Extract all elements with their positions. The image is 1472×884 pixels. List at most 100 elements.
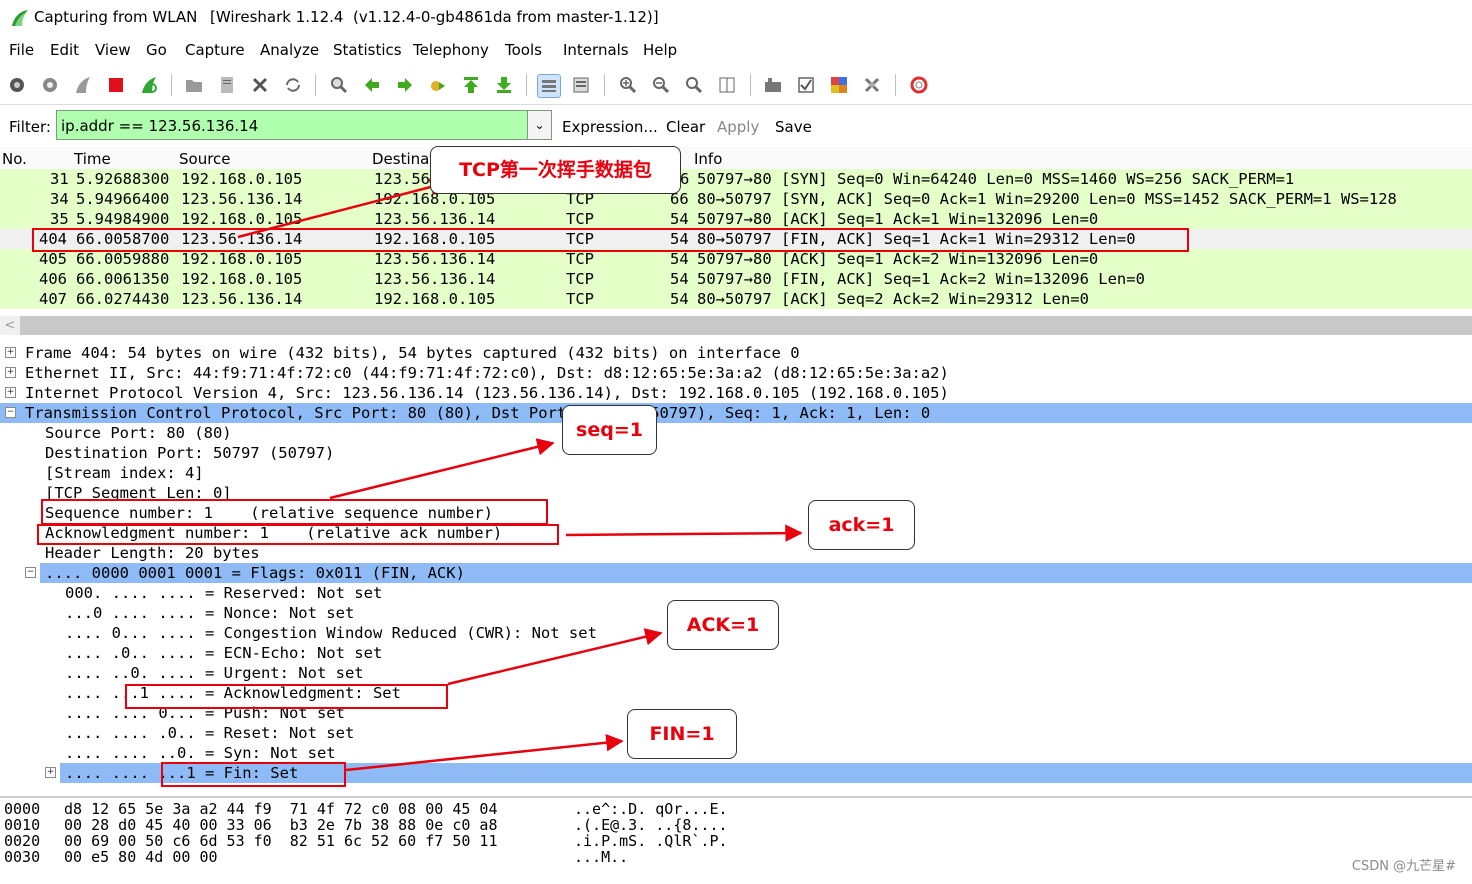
annotation-box-seq [41,499,548,525]
packet-row[interactable]: 35 5.94984900 192.168.0.105 123.56.136.1… [0,209,1472,229]
tree-item-tcp[interactable]: − Transmission Control Protocol, Src Por… [0,403,1472,423]
cell-info: 50797→80 [ACK] Seq=1 Ack=1 Win=132096 Le… [697,210,1099,228]
expand-plus-icon[interactable]: + [5,347,16,358]
cell-no: 407 [39,290,67,308]
tree-item-ipv4[interactable]: + Internet Protocol Version 4, Src: 123.… [0,383,1472,403]
apply-button[interactable]: Apply [717,118,759,136]
col-header-destination[interactable]: Destinat [372,150,435,168]
collapse-minus-icon[interactable]: − [25,567,36,578]
find-packet-icon[interactable] [328,74,350,96]
cell-protocol: TCP [566,290,594,308]
packet-bytes-pane: 0000 d8 12 65 5e 3a a2 44 f9 71 4f 72 c0… [0,796,1472,884]
filter-input[interactable]: ip.addr == 123.56.136.14 [56,110,528,140]
go-forward-icon[interactable] [394,74,416,96]
clear-button[interactable]: Clear [666,118,705,136]
tree-item-frame[interactable]: + Frame 404: 54 bytes on wire (432 bits)… [0,343,1472,363]
filter-dropdown-chevron-icon[interactable]: ⌄ [528,110,552,140]
packet-row[interactable]: 34 5.94966400 123.56.136.14 192.168.0.10… [0,189,1472,209]
reload-icon[interactable] [282,74,304,96]
packet-list-header: No. Time Source Destinat Info [0,147,1472,170]
tree-item-label: 000. .... .... = Reserved: Not set [65,584,383,602]
toolbar-separator [895,74,896,96]
expand-plus-icon[interactable]: + [45,767,56,778]
expand-plus-icon[interactable]: + [5,367,16,378]
normal-size-icon[interactable] [683,74,705,96]
options-icon[interactable] [39,74,61,96]
menu-help[interactable]: Help [643,41,677,59]
menu-go[interactable]: Go [146,41,167,59]
cell-time: 66.0059880 [76,250,170,268]
menu-telephony[interactable]: Telephony [413,41,489,59]
auto-scroll-icon[interactable] [570,74,592,96]
colorize-icon[interactable] [537,74,561,98]
menu-capture[interactable]: Capture [185,41,245,59]
first-packet-icon[interactable] [460,74,482,96]
save-file-icon[interactable] [216,74,238,96]
close-file-icon[interactable] [249,74,271,96]
tree-item-ethernet[interactable]: + Ethernet II, Src: 44:f9:71:4f:72:c0 (4… [0,363,1472,383]
display-filters-icon[interactable] [795,74,817,96]
tree-item-label: .... ..0. .... = Urgent: Not set [65,664,364,682]
menu-statistics[interactable]: Statistics [333,41,402,59]
scroll-left-arrow-icon[interactable]: < [0,316,20,335]
menu-tools[interactable]: Tools [505,41,542,59]
window-title-version: [Wireshark 1.12.4 (v1.12.4-0-gb4861da fr… [210,8,659,26]
tree-item-field[interactable]: Header Length: 20 bytes [0,543,1472,563]
horizontal-scrollbar[interactable] [0,316,1472,335]
menu-analyze[interactable]: Analyze [260,41,319,59]
toolbar-separator [526,74,527,96]
callout-fin-flag: FIN=1 [627,709,737,759]
tree-item-field[interactable]: Destination Port: 50797 (50797) [0,443,1472,463]
last-packet-icon[interactable] [493,74,515,96]
zoom-out-icon[interactable] [650,74,672,96]
packet-row[interactable]: 406 66.0061350 192.168.0.105 123.56.136.… [0,269,1472,289]
go-back-icon[interactable] [361,74,383,96]
cell-time: 66.0274430 [76,290,170,308]
menu-view[interactable]: View [95,41,131,59]
col-header-no[interactable]: No. [2,150,27,168]
preferences-icon[interactable] [861,74,883,96]
col-header-source[interactable]: Source [179,150,231,168]
coloring-rules-icon[interactable] [828,74,850,96]
resize-columns-icon[interactable] [716,74,738,96]
expand-plus-icon[interactable]: + [5,387,16,398]
zoom-in-icon[interactable] [617,74,639,96]
callout-tcp-wave: TCP第一次挥手数据包 [430,146,681,194]
callout-seq: seq=1 [562,405,657,455]
packet-row[interactable]: 407 66.0274430 123.56.136.14 192.168.0.1… [0,289,1472,309]
tree-item-field[interactable]: [Stream index: 4] [0,463,1472,483]
go-to-packet-icon[interactable] [427,74,449,96]
expression-button[interactable]: Expression... [562,118,658,136]
window-title-capture: Capturing from WLAN [34,8,198,26]
menu-file[interactable]: File [9,41,34,59]
packet-row[interactable]: 405 66.0059880 192.168.0.105 123.56.136.… [0,249,1472,269]
cell-length: 54 [670,210,689,228]
tree-item-flags[interactable]: .... 0000 0001 0001 = Flags: 0x011 (FIN,… [40,563,1472,583]
cell-length: 54 [670,270,689,288]
open-file-icon[interactable] [183,74,205,96]
cell-source: 192.168.0.105 [181,170,303,188]
start-capture-icon[interactable] [72,74,94,96]
restart-capture-icon[interactable] [138,74,160,96]
col-header-time[interactable]: Time [74,150,111,168]
menu-internals[interactable]: Internals [563,41,629,59]
capture-filters-icon[interactable] [762,74,784,96]
title-bar: Capturing from WLAN [Wireshark 1.12.4 (v… [0,0,1472,36]
cell-info: 50797→80 [ACK] Seq=1 Ack=2 Win=132096 Le… [697,250,1099,268]
col-header-info[interactable]: Info [694,150,722,168]
cell-source: 123.56.136.14 [181,190,303,208]
toolbar-separator [604,74,605,96]
tree-item-field[interactable]: Source Port: 80 (80) [0,423,1472,443]
menu-edit[interactable]: Edit [50,41,79,59]
stop-capture-icon[interactable] [105,74,127,96]
tree-item-label: .... 0000 0001 0001 = Flags: 0x011 (FIN,… [45,564,465,582]
packet-row[interactable]: 31 5.92688300 192.168.0.105 123.56 6 507… [0,169,1472,189]
toolbar-separator [315,74,316,96]
collapse-minus-icon[interactable]: − [5,407,16,418]
tree-item-flag[interactable]: .... ..0. .... = Urgent: Not set [0,663,1472,683]
interfaces-icon[interactable] [6,74,28,96]
bytes-hex[interactable]: 00 e5 80 4d 00 00 [64,848,218,866]
help-icon[interactable] [908,74,930,96]
bytes-ascii[interactable]: ...M.. [574,848,628,866]
save-filter-button[interactable]: Save [775,118,812,136]
